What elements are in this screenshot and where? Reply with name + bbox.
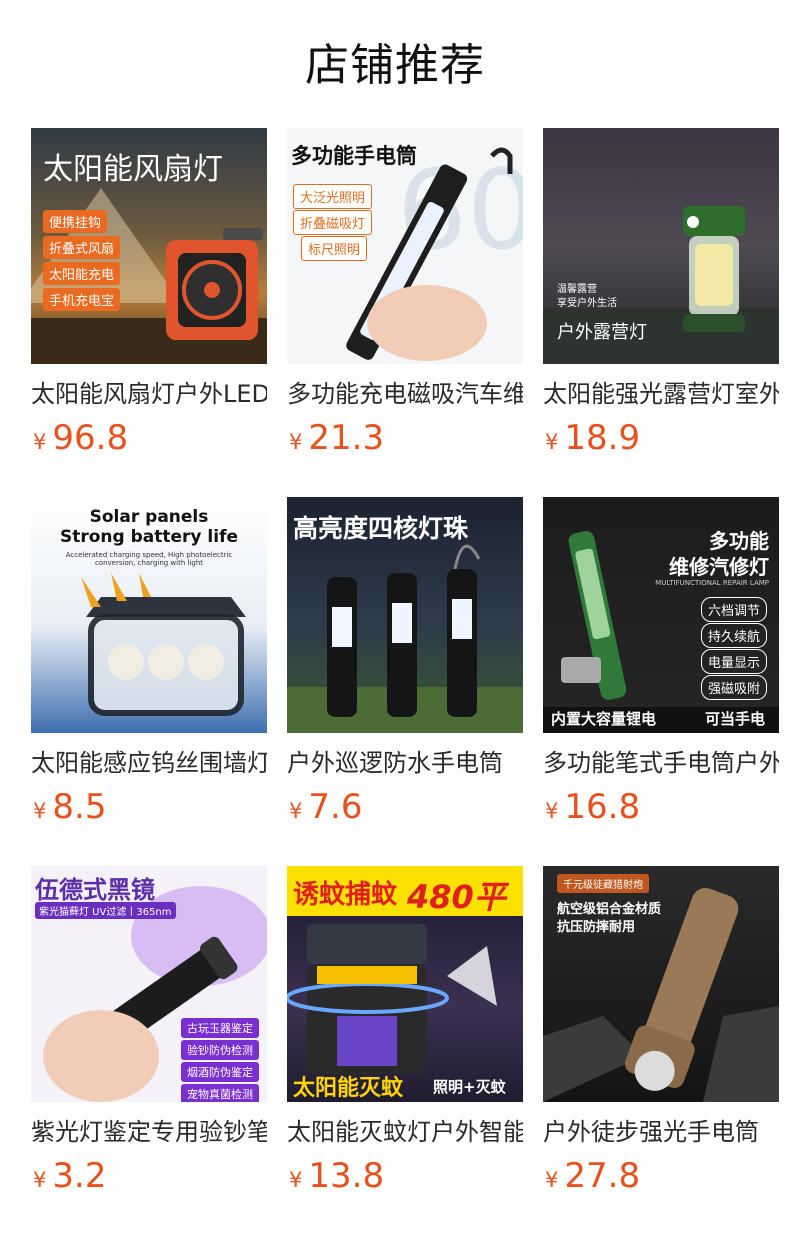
product-image[interactable]: 高亮度四核灯珠: [287, 497, 523, 733]
image-caption-small: 温馨露营: [557, 284, 597, 295]
image-caption-small: 享受户外生活: [557, 298, 617, 309]
product-card[interactable]: 伍德式黑镜 紫光猫藓灯 UV过滤丨365nm 古玩玉器鉴定 验钞防伪检测 烟酒防…: [31, 866, 267, 1196]
image-title: Solar panels: [89, 507, 209, 527]
product-name[interactable]: 多功能充电磁吸汽车维修灯: [287, 377, 523, 411]
product-card[interactable]: 高亮度四核灯珠 户外巡逻防水手电筒 ¥7.6: [287, 497, 523, 827]
image-title-number: 480平: [407, 878, 506, 916]
product-image[interactable]: 诱蚊捕蚊 480平 太阳能灭蚊 照明+灭蚊: [287, 866, 523, 1102]
product-price: ¥3.2: [33, 1156, 106, 1196]
price-amount: 27.8: [564, 1156, 641, 1196]
product-name[interactable]: 多功能笔式手电筒户外: [543, 746, 779, 780]
product-image[interactable]: Solar panels Strong battery life Acceler…: [31, 497, 267, 733]
product-price: ¥16.8: [545, 787, 640, 827]
product-card[interactable]: 多功能 维修汽修灯 MULTIFUNCTIONAL REPAIR LAMP 六档…: [543, 497, 779, 827]
feature-tag: 古玩玉器鉴定: [181, 1018, 259, 1038]
price-amount: 7.6: [308, 787, 363, 827]
feature-tag: 六档调节: [700, 597, 767, 622]
feature-tag: 烟酒防伪鉴定: [181, 1062, 259, 1082]
currency-symbol: ¥: [33, 430, 47, 454]
currency-symbol: ¥: [289, 799, 303, 823]
image-title: 航空级铝合金材质: [557, 902, 662, 917]
price-amount: 16.8: [564, 787, 641, 827]
image-bottom-right: 可当手电: [704, 710, 765, 728]
product-name[interactable]: 太阳能灭蚊灯户外智能: [287, 1115, 523, 1149]
image-bottom-left: 内置大容量锂电: [551, 710, 657, 728]
feature-tag: 太阳能充电: [43, 262, 121, 285]
product-name[interactable]: 太阳能强光露营灯室外: [543, 377, 779, 411]
product-image[interactable]: 温馨露营 享受户外生活 户外露营灯: [543, 128, 779, 364]
product-image[interactable]: 太阳能风扇灯 便携挂钩 折叠式风扇 太阳能充电 手机充电宝: [31, 128, 267, 364]
currency-symbol: ¥: [289, 1168, 303, 1192]
product-name[interactable]: 太阳能风扇灯户外LED: [31, 377, 267, 411]
feature-tag: 折叠磁吸灯: [293, 210, 373, 235]
product-name[interactable]: 户外徒步强光手电筒: [543, 1115, 779, 1149]
product-name[interactable]: 紫光灯鉴定专用验钞笔: [31, 1115, 267, 1149]
feature-tag: 强磁吸附: [700, 675, 767, 700]
currency-symbol: ¥: [545, 430, 559, 454]
product-card[interactable]: 太阳能风扇灯 便携挂钩 折叠式风扇 太阳能充电 手机充电宝 太阳能风扇灯户外LE…: [31, 128, 267, 458]
product-price: ¥27.8: [545, 1156, 640, 1196]
image-title: 多功能: [709, 529, 769, 553]
image-title: 多功能手电筒: [291, 144, 417, 168]
product-price: ¥96.8: [33, 418, 128, 458]
image-small-text: Accelerated charging speed, High photoel…: [65, 551, 233, 567]
image-title: 诱蚊捕蚊: [293, 880, 398, 910]
feature-tag: 电量显示: [700, 649, 767, 674]
currency-symbol: ¥: [545, 1168, 559, 1192]
feature-tag: 持久续航: [700, 623, 767, 648]
image-title-2: 维修汽修灯: [669, 555, 769, 579]
image-title: 伍德式黑镜: [35, 876, 155, 904]
price-amount: 96.8: [52, 418, 129, 458]
price-amount: 18.9: [564, 418, 641, 458]
price-amount: 3.2: [52, 1156, 107, 1196]
product-card[interactable]: 千元级徒藏猎射炮 航空级铝合金材质 抗压防摔耐用 户外徒步强光手电筒 ¥27.8: [543, 866, 779, 1196]
product-image[interactable]: 千元级徒藏猎射炮 航空级铝合金材质 抗压防摔耐用: [543, 866, 779, 1102]
image-bottom: 太阳能灭蚊: [293, 1076, 404, 1101]
feature-tag: 大泛光照明: [293, 184, 373, 209]
image-bottom-right: 照明+灭蚊: [433, 1078, 506, 1096]
currency-symbol: ¥: [33, 799, 47, 823]
currency-symbol: ¥: [545, 799, 559, 823]
product-price: ¥21.3: [289, 418, 384, 458]
feature-tag: 折叠式风扇: [43, 236, 121, 259]
price-amount: 21.3: [308, 418, 385, 458]
feature-tag: 手机充电宝: [43, 288, 121, 311]
product-card[interactable]: 温馨露营 享受户外生活 户外露营灯 太阳能强光露营灯室外 ¥18.9: [543, 128, 779, 458]
product-name[interactable]: 户外巡逻防水手电筒: [287, 746, 523, 780]
feature-tag: 便携挂钩: [43, 210, 108, 233]
product-name[interactable]: 太阳能感应钨丝围墙灯: [31, 746, 267, 780]
image-title: 高亮度四核灯珠: [293, 514, 469, 543]
image-small-text: MULTIFUNCTIONAL REPAIR LAMP: [655, 579, 769, 587]
page-title: 店铺推荐: [305, 40, 485, 91]
image-badge: 千元级徒藏猎射炮: [557, 874, 649, 893]
feature-tag: 宠物真菌检测: [181, 1084, 259, 1102]
image-subtitle: 紫光猫藓灯 UV过滤丨365nm: [35, 902, 176, 919]
currency-symbol: ¥: [33, 1168, 47, 1192]
feature-tag: 验钞防伪检测: [181, 1040, 259, 1060]
product-image[interactable]: 600 多功能手电筒 大泛光照明 折叠磁吸灯 标尺照明: [287, 128, 523, 364]
product-card[interactable]: 600 多功能手电筒 大泛光照明 折叠磁吸灯 标尺照明 多功能充电磁吸汽车维修灯…: [287, 128, 523, 458]
product-image[interactable]: 伍德式黑镜 紫光猫藓灯 UV过滤丨365nm 古玩玉器鉴定 验钞防伪检测 烟酒防…: [31, 866, 267, 1102]
price-amount: 13.8: [308, 1156, 385, 1196]
product-price: ¥18.9: [545, 418, 640, 458]
product-card[interactable]: 诱蚊捕蚊 480平 太阳能灭蚊 照明+灭蚊 太阳能灭蚊灯户外智能 ¥13.8: [287, 866, 523, 1196]
product-price: ¥7.6: [289, 787, 362, 827]
image-caption: 户外露营灯: [557, 322, 647, 343]
product-card[interactable]: Solar panels Strong battery life Acceler…: [31, 497, 267, 827]
currency-symbol: ¥: [289, 430, 303, 454]
image-title: 太阳能风扇灯: [43, 152, 223, 187]
product-price: ¥8.5: [33, 787, 106, 827]
price-amount: 8.5: [52, 787, 107, 827]
feature-tag: 标尺照明: [301, 236, 368, 261]
image-subtitle: 抗压防摔耐用: [557, 920, 636, 935]
product-price: ¥13.8: [289, 1156, 384, 1196]
image-subtitle: Strong battery life: [59, 527, 238, 547]
product-image[interactable]: 多功能 维修汽修灯 MULTIFUNCTIONAL REPAIR LAMP 六档…: [543, 497, 779, 733]
